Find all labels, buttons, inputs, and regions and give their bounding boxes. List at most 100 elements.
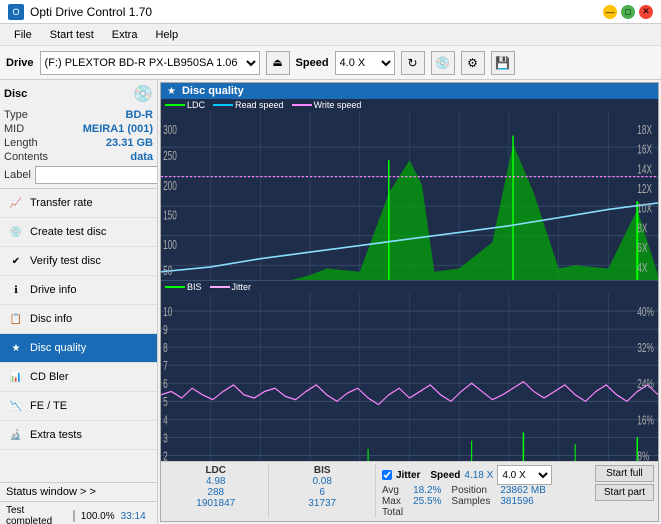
progress-percent: 100.0% xyxy=(81,511,115,522)
sidebar: Disc 💿 Type BD-R MID MEIRA1 (001) Length… xyxy=(0,80,158,524)
nav-verify-test-disc[interactable]: ✔ Verify test disc xyxy=(0,247,157,276)
svg-text:24%: 24% xyxy=(637,377,654,391)
svg-text:4: 4 xyxy=(163,413,168,427)
jitter-checkbox[interactable] xyxy=(382,470,392,480)
titlebar: O Opti Drive Control 1.70 — □ ✕ xyxy=(0,0,661,24)
chart-header-icon: ★ xyxy=(167,86,176,97)
contents-value: data xyxy=(130,151,153,163)
row-labels: Avg Max Total xyxy=(382,485,403,518)
read-speed-legend: Read speed xyxy=(213,100,284,110)
eject-button[interactable]: ⏏ xyxy=(266,51,290,75)
disc-button[interactable]: 💿 xyxy=(431,51,455,75)
drive-selector[interactable]: (F:) PLEXTOR BD-R PX-LB950SA 1.06 xyxy=(40,51,260,75)
svg-text:3: 3 xyxy=(163,431,168,445)
disc-panel-title: Disc xyxy=(4,88,27,100)
menu-extra[interactable]: Extra xyxy=(104,27,146,43)
nav-disc-quality[interactable]: ★ Disc quality xyxy=(0,334,157,363)
svg-text:8X: 8X xyxy=(637,222,648,236)
svg-text:10: 10 xyxy=(163,305,172,319)
speed-label: Speed xyxy=(430,470,460,481)
bis-color xyxy=(165,286,185,288)
refresh-button[interactable]: ↻ xyxy=(401,51,425,75)
menu-file[interactable]: File xyxy=(6,27,40,43)
start-part-button[interactable]: Start part xyxy=(595,484,654,501)
length-label: Length xyxy=(4,137,38,149)
svg-text:32%: 32% xyxy=(637,341,654,355)
disc-label-input[interactable] xyxy=(35,166,158,184)
disc-quality-icon: ★ xyxy=(8,340,24,356)
maximize-button[interactable]: □ xyxy=(621,5,635,19)
main-layout: Disc 💿 Type BD-R MID MEIRA1 (001) Length… xyxy=(0,80,661,524)
chart-header: ★ Disc quality xyxy=(161,83,658,99)
menu-start-test[interactable]: Start test xyxy=(42,27,102,43)
nav-disc-info[interactable]: 📋 Disc info xyxy=(0,305,157,334)
position-values: 23862 MB 381596 xyxy=(500,485,546,518)
length-value: 23.31 GB xyxy=(106,137,153,149)
avg-row-label: Avg xyxy=(382,485,403,496)
top-chart: LDC Read speed Write speed xyxy=(161,99,658,280)
jitter-header-row: Jitter Speed 4.18 X 4.0 X xyxy=(382,465,585,485)
nav-drive-info-label: Drive info xyxy=(30,284,76,296)
svg-text:18X: 18X xyxy=(637,123,652,137)
nav-drive-info[interactable]: ℹ Drive info xyxy=(0,276,157,305)
chart-header-title: Disc quality xyxy=(182,85,244,97)
nav-transfer-rate-label: Transfer rate xyxy=(30,197,93,209)
nav-extra-tests[interactable]: 🔬 Extra tests xyxy=(0,421,157,450)
transfer-rate-icon: 📈 xyxy=(8,195,24,211)
jitter-header-label: Jitter xyxy=(396,470,420,481)
settings-button[interactable]: ⚙ xyxy=(461,51,485,75)
titlebar-left: O Opti Drive Control 1.70 xyxy=(8,4,152,20)
bottom-chart: BIS Jitter xyxy=(161,280,658,462)
jitter-values: 18.2% 25.5% xyxy=(413,485,441,518)
svg-text:40%: 40% xyxy=(637,305,654,319)
svg-text:200: 200 xyxy=(163,179,177,193)
nav-extra-tests-label: Extra tests xyxy=(30,429,82,441)
svg-text:14X: 14X xyxy=(637,163,652,177)
total-ldc: 1901847 xyxy=(196,498,235,509)
max-row-label: Max xyxy=(382,496,403,507)
position-value: 23862 MB xyxy=(500,485,546,496)
total-row-label: Total xyxy=(382,507,403,518)
write-speed-legend: Write speed xyxy=(292,100,362,110)
status-section: Status window > > Test completed 100.0% … xyxy=(0,482,157,524)
max-ldc: 288 xyxy=(207,487,224,498)
jitter-color xyxy=(210,286,230,288)
test-completed-label: Test completed xyxy=(6,505,67,524)
svg-text:2: 2 xyxy=(163,449,168,461)
menu-help[interactable]: Help xyxy=(147,27,186,43)
minimize-button[interactable]: — xyxy=(603,5,617,19)
jitter-section: Jitter Speed 4.18 X 4.0 X Avg Max Total xyxy=(378,465,589,518)
status-window-button[interactable]: Status window > > xyxy=(0,483,157,502)
disc-label-key: Label xyxy=(4,169,31,181)
nav-create-test-disc[interactable]: 💿 Create test disc xyxy=(0,218,157,247)
svg-text:10X: 10X xyxy=(637,202,652,216)
close-button[interactable]: ✕ xyxy=(639,5,653,19)
avg-bis: 0.08 xyxy=(312,476,331,487)
mid-value: MEIRA1 (001) xyxy=(83,123,153,135)
write-speed-label: Write speed xyxy=(314,100,362,110)
ldc-stats-col: LDC 4.98 288 1901847 xyxy=(165,465,266,518)
nav-transfer-rate[interactable]: 📈 Transfer rate xyxy=(0,189,157,218)
start-full-button[interactable]: Start full xyxy=(595,465,654,482)
jitter-legend-label: Jitter xyxy=(232,282,252,292)
bis-stats-col: BIS 0.08 6 31737 xyxy=(271,465,372,518)
speed-selector[interactable]: 4.0 X xyxy=(335,51,395,75)
save-button[interactable]: 💾 xyxy=(491,51,515,75)
verify-test-icon: ✔ xyxy=(8,253,24,269)
samples-label: Samples xyxy=(451,496,490,507)
fe-te-icon: 📉 xyxy=(8,398,24,414)
svg-text:250: 250 xyxy=(163,149,177,163)
extra-tests-icon: 🔬 xyxy=(8,427,24,443)
nav-items: 📈 Transfer rate 💿 Create test disc ✔ Ver… xyxy=(0,189,157,482)
stats-rows: Avg Max Total 18.2% 25.5% Position Sampl… xyxy=(382,485,585,518)
nav-cd-bler[interactable]: 📊 CD Bler xyxy=(0,363,157,392)
read-speed-label: Read speed xyxy=(235,100,284,110)
nav-fe-te[interactable]: 📉 FE / TE xyxy=(0,392,157,421)
samples-value: 381596 xyxy=(500,496,546,507)
ldc-stats-header: LDC xyxy=(205,465,226,476)
svg-text:5: 5 xyxy=(163,395,168,409)
bis-legend: BIS xyxy=(165,282,202,292)
speed-select-inline[interactable]: 4.0 X xyxy=(497,465,552,485)
stats-bar: LDC 4.98 288 1901847 BIS 0.08 6 31737 xyxy=(161,461,658,521)
chart-area: ★ Disc quality LDC Read speed xyxy=(158,80,661,524)
